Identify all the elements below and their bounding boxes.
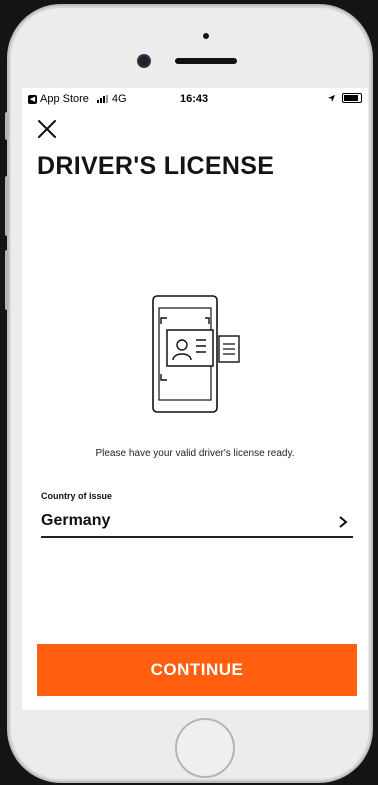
clock: 16:43 — [180, 93, 209, 105]
app-screen: ◀ App Store 4G 16:43 DRIVER'S LICENSE Pl… — [22, 88, 368, 710]
chevron-right-icon — [339, 516, 348, 528]
earpiece-speaker — [175, 58, 237, 64]
location-arrow-icon — [327, 94, 336, 102]
network-label: 4G — [111, 93, 127, 105]
license-phone-icon — [152, 295, 240, 413]
back-app-label: App Store — [40, 93, 89, 105]
signal-icon — [96, 95, 108, 103]
volume-up-button — [5, 176, 9, 236]
back-arrow-icon: ◀ — [28, 94, 37, 104]
continue-button[interactable]: CONTINUE — [37, 644, 357, 696]
country-value: Germany — [41, 512, 111, 529]
volume-down-button — [5, 250, 9, 310]
home-button[interactable] — [175, 718, 235, 778]
instruction-text: Please have your valid driver's license … — [95, 448, 295, 459]
mute-switch — [5, 112, 9, 140]
country-selector[interactable]: Germany — [41, 506, 353, 538]
battery-icon — [342, 93, 362, 103]
country-label: Country of issue — [41, 491, 113, 501]
status-bar: ◀ App Store 4G 16:43 — [22, 88, 368, 110]
page-title: DRIVER'S LICENSE — [37, 152, 275, 180]
proximity-sensor — [203, 33, 209, 39]
back-to-app-link[interactable]: ◀ App Store — [28, 93, 89, 105]
front-camera — [139, 56, 149, 66]
close-icon[interactable] — [36, 118, 58, 140]
